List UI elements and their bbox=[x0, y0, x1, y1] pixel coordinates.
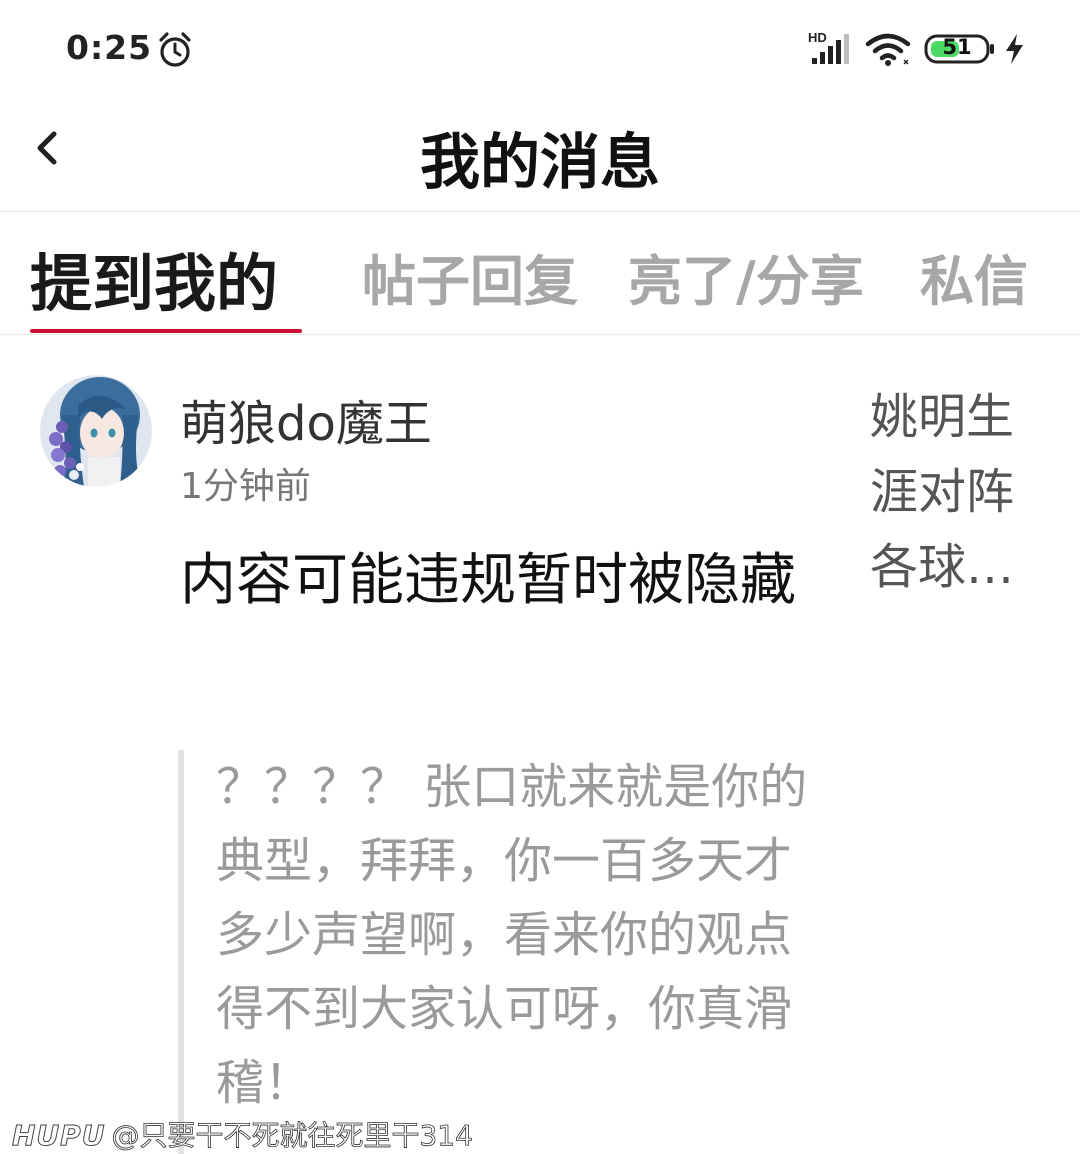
page-title: 我的消息 bbox=[420, 128, 660, 198]
tab-likes-shares[interactable]: 亮了/分享 bbox=[628, 237, 864, 316]
wifi-icon bbox=[865, 33, 911, 66]
cell-signal-icon: HD bbox=[808, 30, 849, 64]
charging-bolt-icon bbox=[1006, 34, 1023, 64]
tab-private-messages[interactable]: 私信 bbox=[920, 237, 1028, 316]
screen: 0:25 HD 51 我的消息 提到我的 帖子回复 亮了/分享 私信 萌狼do魔… bbox=[0, 0, 1080, 1154]
tab-post-replies[interactable]: 帖子回复 bbox=[362, 237, 578, 316]
avatar[interactable] bbox=[40, 375, 152, 487]
message-content: 内容可能违规暂时被隐藏 bbox=[180, 548, 796, 613]
tab-bar: 提到我的 帖子回复 亮了/分享 私信 bbox=[0, 213, 1080, 335]
status-time: 0:25 bbox=[66, 28, 153, 67]
tab-mentions[interactable]: 提到我的 bbox=[30, 233, 278, 323]
watermark-user: @只要干不死就往死里干314 bbox=[111, 1119, 473, 1153]
status-bar: 0:25 HD 51 bbox=[0, 0, 1080, 100]
username[interactable]: 萌狼do魔王 bbox=[180, 384, 432, 454]
referenced-post-title[interactable]: 姚明生涯对阵各球… bbox=[870, 380, 1030, 605]
alarm-clock-icon bbox=[159, 32, 191, 67]
network-label: HD bbox=[808, 30, 827, 45]
battery-level: 51 bbox=[942, 35, 972, 59]
watermark: HUPU @只要干不死就往死里干314 bbox=[11, 1114, 473, 1154]
message-time: 1分钟前 bbox=[180, 466, 311, 507]
header: 我的消息 bbox=[0, 100, 1080, 212]
quoted-reply: ？？？？ 张口就来就是你的典型，拜拜，你一百多天才多少声望啊，看来你的观点得不到… bbox=[178, 750, 828, 1154]
active-tab-indicator bbox=[30, 329, 302, 333]
hupu-logo: HUPU bbox=[11, 1119, 106, 1153]
quoted-reply-text: ？？？？ 张口就来就是你的典型，拜拜，你一百多天才多少声望啊，看来你的观点得不到… bbox=[216, 759, 808, 1111]
